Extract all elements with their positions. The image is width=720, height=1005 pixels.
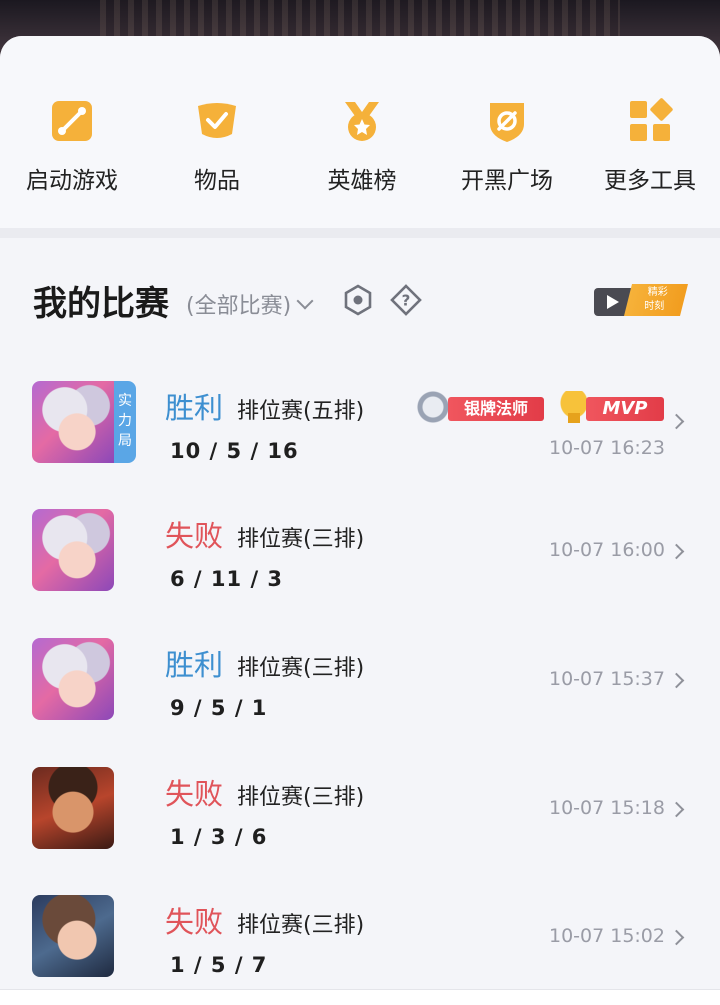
match-row[interactable]: 失败 排位赛(三排) 6 / 11 / 3 10-07 16:00 — [0, 509, 720, 637]
team-square-icon — [484, 98, 530, 144]
chevron-down-icon — [296, 292, 314, 310]
match-mode: 排位赛(三排) — [237, 785, 365, 810]
chevron-right-icon — [668, 672, 685, 689]
hero-avatar: 实力局 — [32, 381, 136, 463]
hero-portrait — [32, 509, 114, 591]
kda: 6 / 11 / 3 — [170, 567, 284, 591]
badge-label: 银牌法师 — [448, 397, 544, 421]
match-mode: 排位赛(三排) — [237, 527, 365, 552]
match-mode: 排位赛(三排) — [237, 913, 365, 938]
hero-avatar — [32, 509, 114, 591]
match-time: 10-07 16:00 — [548, 539, 665, 561]
hero-portrait — [32, 381, 114, 463]
hero-avatar — [32, 767, 114, 849]
main-sheet: 启动游戏 物品 英雄榜 开黑广场 更多工具 我的比赛 (全部比赛) ? 精彩 时… — [0, 36, 720, 1005]
matches-section: 我的比赛 (全部比赛) ? 精彩 时刻 实力局 胜利 排位赛(五排) 银牌法师 … — [0, 238, 720, 1005]
quick-tools: 启动游戏 物品 英雄榜 开黑广场 更多工具 — [0, 36, 720, 228]
tool-label: 英雄榜 — [327, 168, 397, 194]
tool-more[interactable]: 更多工具 — [580, 98, 720, 208]
hero-ranking-icon — [339, 98, 385, 144]
hero-avatar — [32, 638, 114, 720]
mvp-badge: MVP — [554, 391, 664, 425]
highlight-label-line1: 精彩 — [647, 287, 668, 298]
more-tools-icon — [627, 98, 673, 144]
match-row[interactable]: 失败 排位赛(三排) 1 / 3 / 6 10-07 15:18 — [0, 767, 720, 895]
hero-portrait — [32, 638, 114, 720]
match-result: 失败 — [165, 519, 224, 553]
tool-items[interactable]: 物品 — [147, 98, 287, 208]
filter-label: (全部比赛) — [186, 294, 292, 319]
chevron-right-icon — [668, 929, 685, 946]
svg-text:?: ? — [402, 292, 411, 310]
tool-label: 物品 — [194, 168, 240, 194]
mvp-label: MVP — [586, 397, 664, 421]
items-icon — [194, 98, 240, 144]
kda: 9 / 5 / 1 — [170, 696, 268, 720]
highlight-label: 精彩 时刻 — [624, 284, 688, 316]
hero-portrait — [32, 767, 114, 849]
help-icon[interactable]: ? — [390, 284, 422, 316]
kda: 1 / 5 / 7 — [170, 953, 268, 977]
launch-game-icon — [49, 98, 95, 144]
silver-medal-icon — [414, 391, 452, 423]
bottom-nav-bar — [0, 989, 720, 1005]
match-result: 胜利 — [165, 648, 224, 682]
tool-label: 开黑广场 — [461, 168, 553, 194]
match-result: 胜利 — [165, 391, 224, 425]
tool-label: 启动游戏 — [26, 168, 118, 194]
highlight-video-button[interactable]: 精彩 时刻 — [594, 282, 688, 318]
tool-label: 更多工具 — [604, 168, 696, 194]
match-mode: 排位赛(五排) — [237, 399, 365, 424]
match-time: 10-07 15:02 — [548, 925, 665, 947]
strength-match-tag: 实力局 — [114, 381, 136, 463]
highlight-label-line2: 时刻 — [644, 301, 665, 312]
hero-portrait — [32, 895, 114, 977]
chevron-right-icon — [668, 543, 685, 560]
kda: 1 / 3 / 6 — [170, 825, 268, 849]
match-row[interactable]: 实力局 胜利 排位赛(五排) 银牌法师 MVP 10 / 5 / 16 10-0… — [0, 381, 720, 509]
match-result: 失败 — [165, 777, 224, 811]
match-row[interactable]: 胜利 排位赛(三排) 9 / 5 / 1 10-07 15:37 — [0, 638, 720, 766]
tool-hero-ranking[interactable]: 英雄榜 — [292, 98, 432, 208]
match-result: 失败 — [165, 905, 224, 939]
match-time: 10-07 15:37 — [548, 668, 665, 690]
match-mode: 排位赛(三排) — [237, 656, 365, 681]
chevron-right-icon — [668, 413, 685, 430]
hero-avatar — [32, 895, 114, 977]
silver-mage-badge: 银牌法师 — [414, 391, 546, 423]
settings-hexagon-icon[interactable] — [342, 284, 374, 316]
section-title: 我的比赛 — [33, 284, 169, 324]
tool-team-square[interactable]: 开黑广场 — [437, 98, 577, 208]
match-time: 10-07 15:18 — [548, 797, 665, 819]
tool-launch-game[interactable]: 启动游戏 — [2, 98, 142, 208]
chevron-right-icon — [668, 801, 685, 818]
kda: 10 / 5 / 16 — [170, 439, 299, 463]
match-filter-dropdown[interactable]: (全部比赛) — [186, 288, 314, 320]
section-divider — [0, 228, 720, 238]
match-time: 10-07 16:23 — [548, 437, 665, 459]
